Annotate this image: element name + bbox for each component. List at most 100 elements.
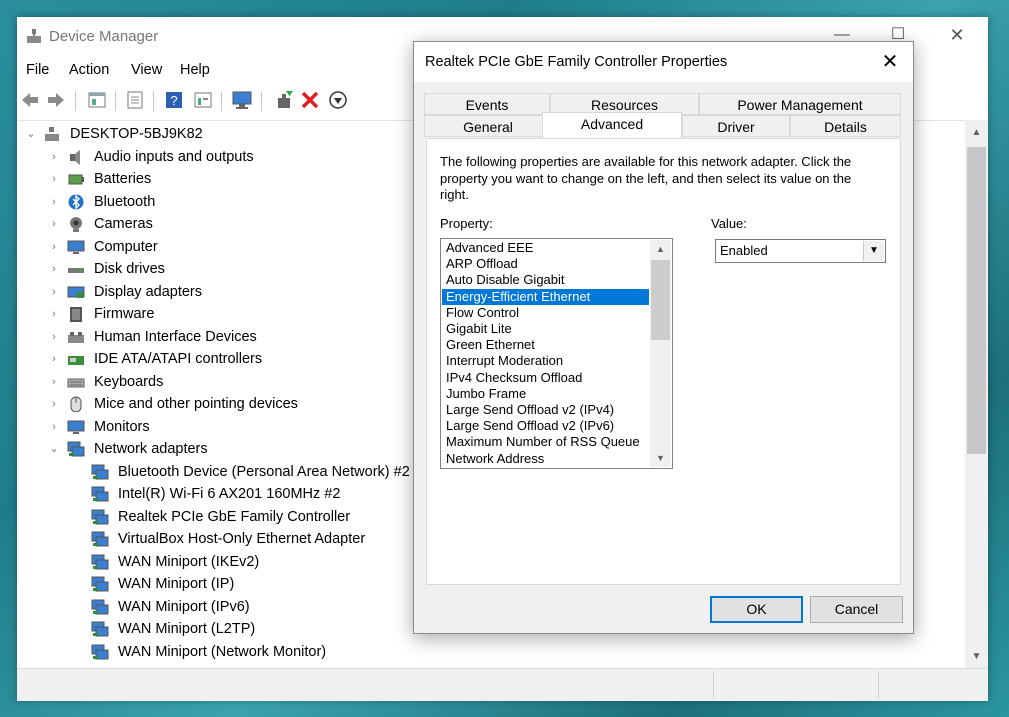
chevron-right-icon[interactable]: ›	[48, 146, 60, 168]
status-separator	[878, 671, 879, 699]
scan-hardware-icon[interactable]	[327, 89, 349, 111]
dialog-title: Realtek PCIe GbE Family Controller Prope…	[425, 54, 728, 70]
property-item[interactable]: Network Address	[442, 451, 649, 467]
toolbar-separator	[75, 91, 76, 111]
dialog-title-bar[interactable]: Realtek PCIe GbE Family Controller Prope…	[414, 42, 913, 82]
network-adapter-icon	[67, 441, 85, 457]
network-adapter-icon	[91, 486, 109, 502]
tree-item-label: Display adapters	[94, 284, 202, 300]
tree-item-label: Monitors	[94, 419, 150, 435]
value-dropdown[interactable]: Enabled ▼	[715, 239, 886, 263]
chevron-right-icon[interactable]: ›	[48, 348, 60, 370]
update-driver-icon[interactable]	[124, 89, 146, 111]
tab-driver[interactable]: Driver	[682, 115, 790, 137]
svg-text:?: ?	[170, 93, 177, 108]
tree-item-label: VirtualBox Host-Only Ethernet Adapter	[118, 531, 366, 547]
chevron-right-icon[interactable]: ›	[48, 393, 60, 415]
tree-item-label: Computer	[94, 239, 158, 255]
chevron-right-icon[interactable]: ›	[48, 213, 60, 235]
properties-icon[interactable]	[86, 89, 108, 111]
cancel-button[interactable]: Cancel	[810, 596, 903, 623]
tab-details[interactable]: Details	[790, 115, 901, 137]
property-list[interactable]: Network Address Maximum Number of RSS Que…	[440, 238, 673, 469]
toolbar-separator	[261, 91, 262, 111]
window-title: Device Manager	[49, 28, 159, 45]
firmware-icon	[67, 306, 85, 322]
chevron-right-icon[interactable]: ›	[48, 371, 60, 393]
property-item[interactable]: Large Send Offload v2 (IPv6)	[442, 418, 649, 434]
menu-action[interactable]: Action	[69, 62, 109, 78]
chevron-down-icon[interactable]: ⌄	[48, 438, 60, 460]
property-item[interactable]: Flow Control	[442, 305, 649, 321]
chevron-down-icon[interactable]: ⌄	[25, 123, 37, 145]
ok-button[interactable]: OK	[710, 596, 803, 623]
tree-scrollbar[interactable]: ▲ ▼	[965, 120, 988, 668]
monitor-icon[interactable]	[231, 89, 253, 111]
bluetooth-icon	[67, 194, 85, 210]
property-item[interactable]: Jumbo Frame	[442, 386, 649, 402]
tree-item-label: Bluetooth Device (Personal Area Network)…	[118, 464, 410, 480]
help-icon[interactable]: ?	[163, 89, 185, 111]
tree-item-label: WAN Miniport (IPv6)	[118, 599, 250, 615]
tree-item-label: Firmware	[94, 306, 155, 322]
tree-item-label: Keyboards	[94, 374, 164, 390]
property-item[interactable]: Energy-Efficient Ethernet	[442, 288, 649, 305]
back-arrow-icon[interactable]	[19, 89, 41, 111]
scroll-down-button[interactable]: ▼	[965, 646, 988, 668]
camera-icon	[67, 216, 85, 232]
property-item[interactable]: Interrupt Moderation	[442, 353, 649, 369]
property-item[interactable]: IPv4 Checksum Offload	[442, 370, 649, 386]
chevron-right-icon[interactable]: ›	[48, 191, 60, 213]
network-adapter-icon	[91, 599, 109, 615]
value-label: Value:	[711, 216, 747, 231]
enable-device-icon[interactable]	[273, 89, 295, 111]
tree-item-label: Mice and other pointing devices	[94, 396, 298, 412]
network-adapter-icon	[91, 531, 109, 547]
monitor-icon	[67, 419, 85, 435]
property-item[interactable]: Auto Disable Gigabit	[442, 272, 649, 288]
property-item[interactable]: Maximum Number of RSS Queue	[442, 434, 649, 450]
toolbar-separator	[115, 91, 116, 111]
property-scroll-up-button[interactable]: ▲	[650, 240, 671, 258]
chevron-right-icon[interactable]: ›	[48, 168, 60, 190]
tree-device[interactable]: WAN Miniport (Network Monitor)	[17, 641, 965, 663]
forward-arrow-icon[interactable]	[45, 89, 67, 111]
tab-events[interactable]: Events	[424, 93, 550, 115]
menu-file[interactable]: File	[26, 62, 49, 78]
chevron-right-icon[interactable]: ›	[48, 236, 60, 258]
property-scroll-down-button[interactable]: ▼	[650, 449, 671, 467]
tab-general[interactable]: General	[424, 115, 552, 137]
keyboard-icon	[67, 374, 85, 390]
tree-item-label: Audio inputs and outputs	[94, 149, 254, 165]
menu-view[interactable]: View	[131, 62, 162, 78]
chevron-right-icon[interactable]: ›	[48, 281, 60, 303]
speaker-icon	[67, 149, 85, 165]
device-view-icon[interactable]	[192, 89, 214, 111]
property-scroll-thumb[interactable]	[651, 260, 670, 340]
menu-help[interactable]: Help	[180, 62, 210, 78]
property-list-scrollbar[interactable]: ▲ ▼	[650, 240, 671, 467]
property-item[interactable]: Advanced EEE	[442, 240, 649, 256]
uninstall-device-icon[interactable]	[299, 89, 321, 111]
display-adapter-icon	[67, 284, 85, 300]
toolbar-separator	[153, 91, 154, 111]
chevron-right-icon[interactable]: ›	[48, 326, 60, 348]
dropdown-arrow-icon[interactable]: ▼	[863, 241, 884, 261]
tree-item-label: DESKTOP-5BJ9K82	[70, 126, 203, 142]
property-item[interactable]: Large Send Offload v2 (IPv4)	[442, 402, 649, 418]
intro-text: The following properties are available f…	[440, 154, 852, 202]
tab-advanced[interactable]: Advanced	[542, 112, 682, 138]
property-item[interactable]: ARP Offload	[442, 256, 649, 272]
scroll-up-button[interactable]: ▲	[965, 122, 988, 144]
tab-power-management[interactable]: Power Management	[699, 93, 901, 115]
close-button[interactable]: ✕	[942, 23, 972, 47]
mouse-icon	[67, 396, 85, 413]
property-item[interactable]: Green Ethernet	[442, 337, 649, 353]
disk-drive-icon	[67, 261, 85, 277]
property-item[interactable]: Gigabit Lite	[442, 321, 649, 337]
chevron-right-icon[interactable]: ›	[48, 416, 60, 438]
chevron-right-icon[interactable]: ›	[48, 258, 60, 280]
scroll-thumb[interactable]	[967, 147, 986, 454]
dialog-close-button[interactable]: ✕	[875, 50, 905, 74]
chevron-right-icon[interactable]: ›	[48, 303, 60, 325]
